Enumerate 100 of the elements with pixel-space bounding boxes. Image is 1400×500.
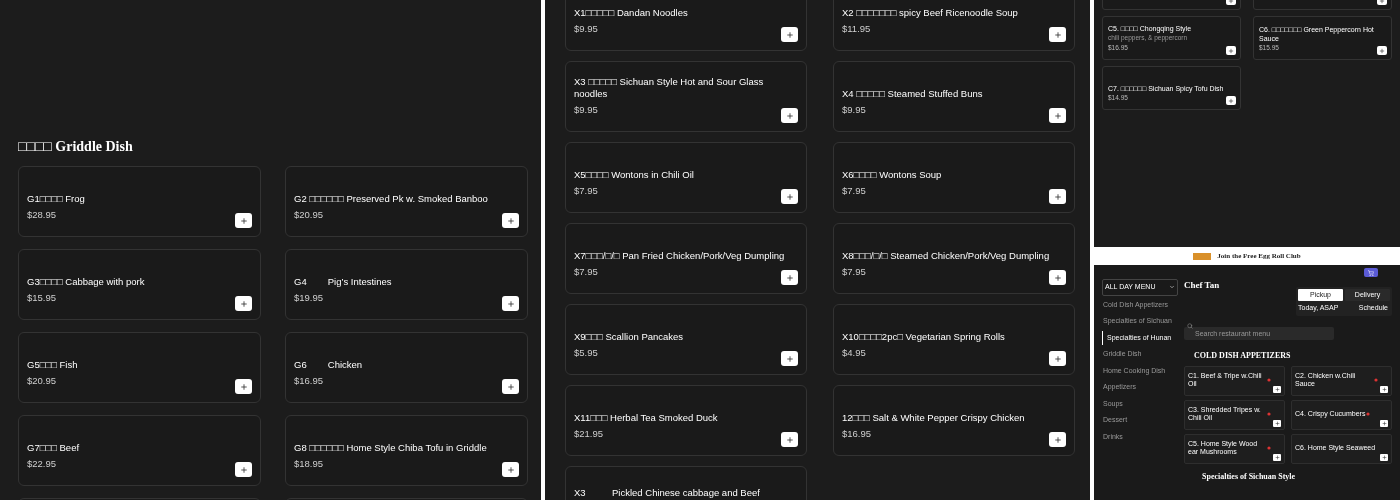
plus-icon: [506, 382, 515, 391]
search-icon: [1187, 322, 1193, 329]
plus-icon: [785, 111, 794, 120]
item-name: X9□□□ Scallion Pancakes: [574, 331, 685, 343]
item-price: $16.95: [294, 374, 324, 388]
item-price: $19.95: [294, 291, 324, 305]
cart-button[interactable]: [1364, 268, 1378, 277]
menu-item-card[interactable]: G8 □□□□□□ Home Style Chiba Tofu in Griddle $18.95: [285, 415, 528, 486]
plus-icon: [1053, 435, 1062, 444]
add-button[interactable]: [1380, 385, 1388, 393]
section-title: Specialties of Sichuan Style: [1202, 470, 1297, 483]
menu-item-card[interactable]: G7□□□ Beef $22.95: [18, 415, 261, 486]
plus-icon: [506, 216, 515, 225]
menu-item-card[interactable]: X2 □□□□□□□ spicy Beef Ricenoodle Soup $11.95: [833, 0, 1075, 51]
plus-icon: [506, 465, 515, 474]
plus-icon: [1228, 47, 1234, 54]
plus-icon: [785, 30, 794, 39]
item-name: X11□□□ Herbal Tea Smoked Duck: [574, 412, 719, 424]
item-price: $20.95: [27, 374, 57, 388]
item-price: $9.95: [842, 103, 866, 117]
item-price: $9.95: [574, 103, 598, 117]
item-price: $15.95: [27, 291, 57, 305]
plus-icon: [239, 299, 248, 308]
menu-item-card[interactable]: X11□□□ Herbal Tea Smoked Duck $21.95: [565, 385, 807, 456]
item-price: $7.95: [842, 265, 866, 279]
item-name: X2 □□□□□□□ spicy Beef Ricenoodle Soup: [842, 7, 1019, 19]
plus-icon: [1381, 386, 1387, 392]
plus-icon: [239, 382, 248, 391]
plus-icon: [1053, 273, 1062, 282]
item-price: $21.95: [574, 427, 604, 441]
item-price: $5.95: [574, 346, 598, 360]
item-price: $7.95: [842, 184, 866, 198]
item-name: X8□□□/□/□ Steamed Chicken/Pork/Veg Dumpling: [842, 250, 1051, 262]
menu-item-card[interactable]: X4 □□□□□ Steamed Stuffed Buns $9.95: [833, 61, 1075, 132]
plus-icon: [1379, 47, 1385, 54]
item-price: $16.95: [842, 427, 872, 441]
item-name: X6□□□□ Wontons Soup: [842, 169, 943, 181]
item-price: $7.95: [574, 184, 598, 198]
menu-item-card[interactable]: 12□□□ Salt & White Pepper Crispy Chicken $16.95: [833, 385, 1075, 456]
item-price: $7.95: [574, 265, 598, 279]
menu-item-card[interactable]: G3□□□□ Cabbage with pork $15.95: [18, 249, 261, 320]
plus-icon: [1053, 192, 1062, 201]
plus-icon: [785, 273, 794, 282]
menu-item-card[interactable]: X6□□□□ Wontons Soup $7.95: [833, 142, 1075, 213]
item-price: $11.95: [842, 22, 871, 36]
plus-icon: [506, 299, 515, 308]
plus-icon: [1274, 386, 1280, 392]
plus-icon: [1381, 454, 1387, 460]
menu-item-card[interactable]: G4 Pig’s Intestines $19.95: [285, 249, 528, 320]
plus-icon: [785, 192, 794, 201]
add-button[interactable]: [1273, 419, 1281, 427]
menu-item-card[interactable]: X3 □□□□□ Sichuan Style Hot and Sour Glass noodles $9.95: [565, 61, 807, 132]
banner-image: [1193, 253, 1212, 260]
plus-icon: [1274, 454, 1280, 460]
menu-item-card[interactable]: X1□□□□□ Dandan Noodles $9.95: [565, 0, 807, 51]
menu-item-card[interactable]: X10□□□□2pc□ Vegetarian Spring Rolls $4.95: [833, 304, 1075, 375]
menu-item-card[interactable]: X8□□□/□/□ Steamed Chicken/Pork/Veg Dumpling $7.95: [833, 223, 1075, 294]
menu-item-card[interactable]: G6 Chicken $16.95: [285, 332, 528, 403]
item-name: G6 Chicken: [294, 359, 364, 371]
plus-icon: [785, 435, 794, 444]
add-button[interactable]: [1380, 419, 1388, 427]
item-price: $28.95: [27, 208, 57, 222]
restaurant-name: Chef Tan: [1184, 279, 1220, 292]
item-name: X10□□□□2pc□ Vegetarian Spring Rolls: [842, 331, 1006, 343]
item-price: $4.95: [842, 346, 866, 360]
plus-icon: [1228, 97, 1234, 104]
item-name: X3 □□□□□ Sichuan Style Hot and Sour Glass noodles: [574, 76, 765, 100]
menu-item-card[interactable]: G2 □□□□□□ Preserved Pk w. Smoked Banboo $20.95: [285, 166, 528, 237]
item-name: G3□□□□ Cabbage with pork: [27, 276, 146, 288]
item-name: G1□□□□ Frog: [27, 193, 86, 205]
add-button[interactable]: [1380, 453, 1388, 461]
plus-icon: [1053, 30, 1062, 39]
plus-icon: [1274, 420, 1280, 426]
item-price: $22.95: [27, 457, 57, 471]
item-price: $9.95: [574, 22, 598, 36]
section-title: COLD DISH APPETIZERS: [1194, 349, 1292, 362]
item-name: G5□□□ Fish: [27, 359, 79, 371]
add-button[interactable]: [1273, 385, 1281, 393]
plus-icon: [785, 354, 794, 363]
menu-item-card[interactable]: X7□□□/□/□ Pan Fried Chicken/Pork/Veg Dumpling $7.95: [565, 223, 807, 294]
menu-item-card[interactable]: X9□□□ Scallion Pancakes $5.95: [565, 304, 807, 375]
menu-item-card[interactable]: X3 Pickled Chinese cabbage and Beef: [565, 466, 807, 500]
menu-item-card[interactable]: G5□□□ Fish $20.95: [18, 332, 261, 403]
menu-item-card[interactable]: X5□□□□ Wontons in Chili Oil $7.95: [565, 142, 807, 213]
add-button[interactable]: [1273, 453, 1281, 461]
item-name: G7□□□ Beef: [27, 442, 81, 454]
section-title: □□□□ Griddle Dish: [18, 138, 134, 156]
item-name: X4 □□□□□ Steamed Stuffed Buns: [842, 88, 984, 100]
item-name: X3 Pickled Chinese cabbage and Beef: [574, 487, 760, 498]
chevron-down-icon: [1169, 284, 1175, 291]
menu-item-card[interactable]: G1□□□□ Frog $28.95: [18, 166, 261, 237]
cart-icon: [1368, 269, 1374, 276]
item-name: X7□□□/□/□ Pan Fried Chicken/Pork/Veg Dumpling: [574, 250, 786, 262]
item-name: X1□□□□□ Dandan Noodles: [574, 7, 689, 19]
plus-icon: [239, 465, 248, 474]
item-price: $18.95: [294, 457, 324, 471]
item-name: X5□□□□ Wontons in Chili Oil: [574, 169, 695, 181]
item-name: G2 □□□□□□ Preserved Pk w. Smoked Banboo: [294, 193, 489, 205]
plus-icon: [239, 216, 248, 225]
item-price: $20.95: [294, 208, 324, 222]
